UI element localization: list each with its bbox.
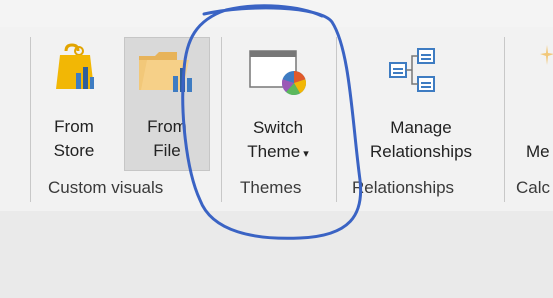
ribbon-toolbar: From Store From File Custom visuals Swit…	[0, 27, 553, 211]
from-store-line2: Store	[53, 141, 95, 160]
ribbon-separator	[504, 37, 505, 202]
group-label-themes: Themes	[240, 178, 302, 197]
manage-relationships-button[interactable]: Manage Relationships	[346, 39, 496, 169]
from-file-line1: From	[147, 117, 187, 136]
from-file-line2: File	[153, 141, 181, 160]
new-measure-button-partial[interactable]: Me	[520, 39, 553, 169]
folder-chart-icon	[139, 52, 192, 92]
from-store-line1: From	[54, 117, 94, 136]
manage-relationships-line1: Manage	[390, 118, 452, 137]
switch-theme-icon	[249, 50, 306, 96]
new-measure-line2-partial: Me	[526, 142, 550, 161]
canvas-area	[0, 211, 553, 298]
from-file-button[interactable]: From File	[124, 37, 210, 171]
switch-theme-button[interactable]: Switch Theme ▾	[230, 39, 326, 169]
group-label-custom-visuals: Custom visuals	[48, 178, 164, 197]
from-store-button[interactable]: From Store	[44, 39, 104, 169]
switch-theme-line2: Theme ▾	[230, 140, 326, 166]
manage-relationships-line2: Relationships	[369, 142, 473, 161]
ribbon-separator	[30, 37, 31, 202]
ribbon-separator	[336, 37, 337, 202]
group-label-calculations-partial: Calc	[516, 178, 551, 197]
switch-theme-line2-text: Theme	[247, 142, 301, 161]
group-label-relationships: Relationships	[352, 178, 455, 197]
ribbon-separator	[221, 37, 222, 202]
store-bag-icon	[56, 43, 94, 89]
sparkle-icon	[540, 45, 553, 65]
switch-theme-line1: Switch	[252, 118, 304, 137]
manage-relationships-icon	[389, 48, 435, 92]
title-bar-strip	[0, 0, 553, 27]
dropdown-arrow-icon: ▾	[303, 148, 309, 160]
